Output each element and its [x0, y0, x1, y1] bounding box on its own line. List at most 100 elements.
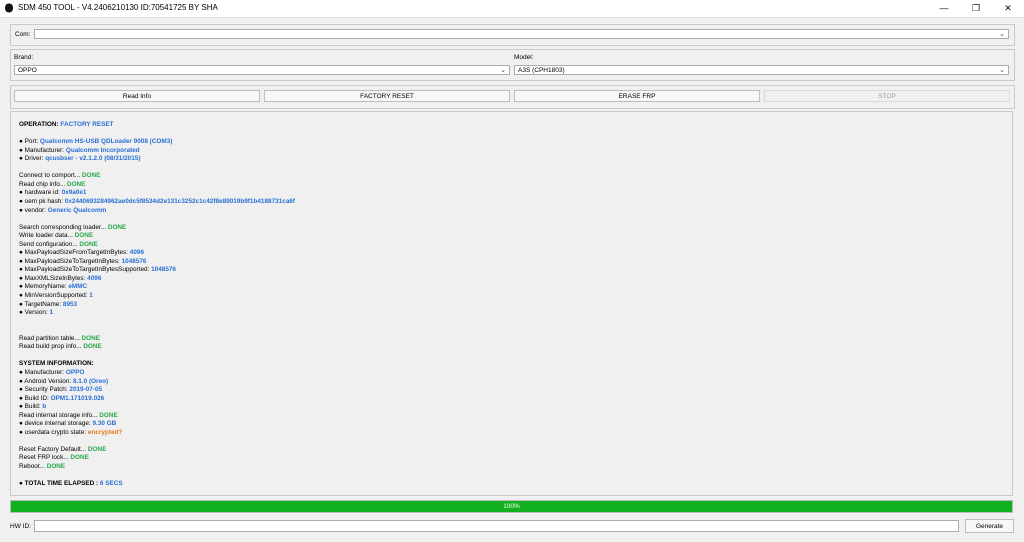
log-text: Qualcomm HS-USB QDLoader 9008 (COM3) [39, 138, 173, 146]
log-text: ● MaxPayloadSizeToTargetInBytes: [19, 257, 122, 265]
log-line: ● Version: 1 [19, 309, 53, 316]
log-text: 6 SECS [99, 480, 123, 488]
app-icon [5, 3, 13, 13]
log-line: Read internal storage info... DONE [19, 412, 118, 419]
log-line: Send configuration... DONE [19, 241, 98, 248]
log-text: DONE [99, 411, 118, 419]
log-text: ● Build ID: [19, 394, 51, 402]
log-line: ● MaxXMLSizeInBytes: 4096 [19, 275, 101, 282]
erase-frp-button[interactable]: ERASE FRP [514, 90, 760, 102]
log-text: ● vendor: [19, 206, 48, 214]
log-text: b [42, 403, 47, 411]
log-text: qcusbser - v2.1.2.0 (08/31/2015) [45, 155, 141, 163]
log-line: Read chip info... DONE [19, 181, 85, 188]
log-text: ● userdata crypto state: [19, 428, 88, 436]
log-text: 9.30 GB [92, 420, 117, 428]
log-line: ● MaxPayloadSizeFromTargetInBytes: 4096 [19, 249, 144, 256]
com-select[interactable]: ⌄ [34, 29, 1009, 39]
log-line: ● Android Version: 8.1.0 (Oreo) [19, 378, 108, 385]
factory-reset-button[interactable]: FACTORY RESET [264, 90, 510, 102]
hwid-label: HW ID: [10, 523, 31, 530]
log-text: ● Driver: [19, 155, 46, 163]
log-text: ● Security Patch: [19, 386, 70, 394]
stop-button[interactable]: STOP [764, 90, 1010, 102]
log-line: ● Build ID: OPM1.171019.026 [19, 395, 104, 402]
hwid-input[interactable] [34, 520, 959, 532]
log-text: ● Build: [19, 403, 43, 411]
log-text: Reset Factory Default... [19, 445, 88, 453]
log-line: SYSTEM INFORMATION: [19, 360, 94, 367]
log-text: DONE [79, 240, 98, 248]
log-text: 1048576 [121, 257, 147, 265]
log-text: eMMC [68, 283, 88, 291]
log-line: ● Manufacturer: Qualcomm Incorporated [19, 147, 140, 154]
title-divider [0, 17, 1024, 18]
log-text: Generic Qualcomm [47, 206, 107, 214]
brand-select[interactable]: OPPO ⌄ [14, 65, 510, 75]
log-text: DONE [81, 334, 100, 342]
log-text: ● device internal storage: [19, 420, 93, 428]
log-line: Search corresponding loader... DONE [19, 224, 126, 231]
log-text: Read partition table... [19, 334, 82, 342]
log-line: ● device internal storage: 9.30 GB [19, 420, 116, 427]
log-line: Reset FRP lock... DONE [19, 454, 89, 461]
log-text: ● MaxXMLSizeInBytes: [19, 274, 88, 282]
log-text: ● MaxPayloadSizeToTargetInBytesSupported… [19, 266, 152, 274]
model-value: A3S (CPH1803) [518, 67, 565, 74]
log-text: DONE [83, 343, 102, 351]
log-line: ● TargetName: 8953 [19, 301, 77, 308]
log-text: ● Version: [19, 309, 50, 317]
log-text: ● Android Version: [19, 377, 73, 385]
progress-bar: 100% [10, 500, 1013, 513]
log-text: DONE [107, 223, 127, 231]
log-text: SYSTEM INFORMATION: [19, 360, 94, 368]
action-group: Read Info FACTORY RESET ERASE FRP STOP [10, 85, 1015, 109]
device-group: Brand: OPPO ⌄ Model: A3S (CPH1803) ⌄ [10, 49, 1015, 81]
generate-button[interactable]: Generate [965, 519, 1014, 533]
maximize-button[interactable]: ❐ [960, 0, 992, 17]
log-output[interactable]: OPERATION: FACTORY RESET ● Port: Qualcom… [10, 111, 1013, 496]
log-text: 1048576 [151, 266, 176, 274]
log-text: 8953 [62, 300, 78, 308]
close-button[interactable]: ✕ [992, 0, 1024, 17]
log-line: ● Driver: qcusbser - v2.1.2.0 (08/31/201… [19, 155, 140, 162]
log-text: ● TOTAL TIME ELAPSED : [19, 480, 100, 488]
log-text: Read chip info... [19, 180, 67, 188]
log-text: FACTORY RESET [60, 121, 114, 128]
log-text: ● oem pk hash: [19, 197, 65, 205]
log-text: 0x9a0e1 [61, 189, 87, 197]
log-text: Connect to comport... [19, 172, 82, 180]
log-text: Search corresponding loader... [19, 223, 108, 231]
log-text: 2019-07-05 [69, 386, 103, 394]
log-text: DONE [87, 445, 107, 453]
log-line: ● MaxPayloadSizeToTargetInBytes: 1048576 [19, 258, 147, 265]
minimize-button[interactable]: — [928, 0, 960, 17]
log-text: Qualcomm Incorporated [65, 146, 140, 154]
chevron-down-icon: ⌄ [999, 67, 1005, 74]
chevron-down-icon: ⌄ [999, 31, 1005, 38]
model-label: Model: [514, 54, 534, 61]
log-line: Reboot... DONE [19, 463, 65, 470]
log-line: Read build prop info... DONE [19, 343, 102, 350]
log-text: ● TargetName: [19, 300, 63, 308]
log-line: ● Port: Qualcomm HS-USB QDLoader 9008 (C… [19, 138, 172, 145]
log-line: ● Manufacturer: OPPO [19, 369, 84, 376]
log-text: ● MemoryName: [19, 283, 69, 291]
log-text: ● Manufacturer: [19, 368, 66, 376]
log-line: OPERATION: FACTORY RESET [19, 121, 114, 128]
read-info-button[interactable]: Read Info [14, 90, 260, 102]
log-text: ● MinVersionSupported: [19, 292, 90, 299]
log-line: Connect to comport... DONE [19, 172, 100, 179]
log-text: ● hardware id: [19, 189, 62, 197]
log-line: ● MemoryName: eMMC [19, 283, 87, 290]
log-line: ● vendor: Generic Qualcomm [19, 207, 106, 214]
log-text: Write loader data... [19, 232, 75, 240]
log-text: OPPO [65, 368, 85, 376]
brand-value: OPPO [18, 67, 37, 74]
log-text: 1 [89, 292, 93, 299]
model-select[interactable]: A3S (CPH1803) ⌄ [514, 65, 1009, 75]
progress-label: 100% [503, 503, 520, 510]
window-title: SDM 450 TOOL - V4.2406210130 ID:70541725… [18, 3, 218, 12]
title-bar: SDM 450 TOOL - V4.2406210130 ID:70541725… [0, 0, 1024, 17]
brand-label: Brand: [14, 54, 34, 61]
